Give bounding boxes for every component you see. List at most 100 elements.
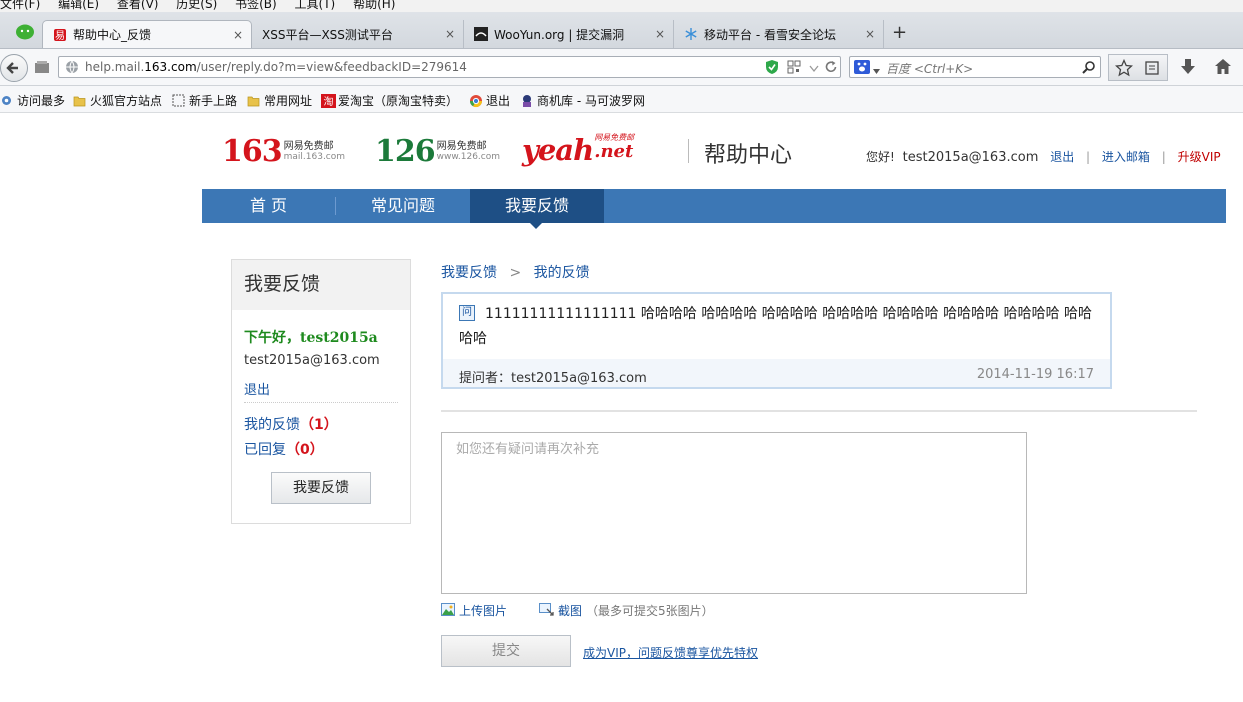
search-icon[interactable]: [1082, 60, 1096, 77]
tab-kanxue[interactable]: 移动平台 - 看雪安全论坛 ×: [674, 20, 884, 48]
back-arrow-icon: [6, 62, 18, 74]
replied-count: （0）: [286, 442, 324, 458]
bookmark-firefox-official[interactable]: 火狐官方站点: [73, 92, 162, 109]
nav-active-pointer: [530, 223, 542, 229]
globe-icon: [65, 60, 79, 77]
back-button[interactable]: [0, 54, 28, 82]
enter-mailbox-link[interactable]: 进入邮箱: [1102, 150, 1150, 164]
baidu-paw-icon[interactable]: [854, 60, 870, 77]
tab-xss-platform[interactable]: XSS平台—XSS测试平台 ×: [252, 20, 464, 48]
bookmark-shangjiku[interactable]: 商机库 - 马可波罗网: [520, 92, 645, 109]
asker-email: test2015a@163.com: [511, 371, 647, 386]
replied-link[interactable]: 已回复: [244, 442, 286, 458]
folder-icon: [73, 94, 86, 107]
logo-163[interactable]: 163 网易免费邮 mail.163.com: [222, 134, 345, 169]
content-divider: [441, 410, 1197, 412]
asker-info: 提问者：test2015a@163.com: [459, 367, 647, 386]
menu-bookmarks[interactable]: 书签(B): [235, 0, 277, 11]
user-info-bar: 您好! test2015a@163.com 退出 | 进入邮箱 | 升级VIP: [866, 148, 1221, 165]
sidebar-feedback-button[interactable]: 我要反馈: [271, 472, 371, 504]
logo-yeah[interactable]: yeah 网易免费邮 .net: [522, 133, 634, 167]
bookmark-most-visited[interactable]: 访问最多: [0, 92, 65, 109]
sidebar-my-feedback[interactable]: 我的反馈（1）: [244, 414, 338, 434]
wechat-icon[interactable]: [14, 22, 36, 42]
nav-faq[interactable]: 常见问题: [336, 189, 470, 223]
url-text: help.mail.163.com/user/reply.do?m=view&f…: [85, 60, 467, 74]
upload-image-link[interactable]: 上传图片: [459, 602, 507, 619]
star-icon[interactable]: [1114, 58, 1134, 80]
dropdown-arrow-icon[interactable]: [809, 62, 819, 76]
nav-home[interactable]: 首 页: [202, 189, 335, 223]
nav-feedback[interactable]: 我要反馈: [470, 189, 604, 223]
folder-icon: [247, 94, 260, 107]
taobao-icon: 淘: [321, 94, 336, 108]
menu-view[interactable]: 查看(V): [117, 0, 159, 11]
menu-help[interactable]: 帮助(H): [353, 0, 395, 11]
tab-label: 移动平台 - 看雪安全论坛: [704, 27, 836, 42]
my-feedback-count: （1）: [300, 417, 338, 433]
sidebar: 我要反馈 下午好，test2015a test2015a@163.com 退出 …: [231, 259, 411, 524]
new-tab-button[interactable]: +: [892, 22, 907, 43]
reply-textarea[interactable]: 如您还有疑问请再次补充: [441, 432, 1027, 594]
header-logout-link[interactable]: 退出: [1050, 150, 1074, 164]
close-icon[interactable]: ×: [445, 27, 455, 41]
close-icon[interactable]: ×: [865, 27, 875, 41]
upgrade-vip-link[interactable]: 升级VIP: [1178, 150, 1221, 164]
breadcrumb-feedback[interactable]: 我要反馈: [441, 265, 497, 281]
logo-163-number: 163: [222, 134, 283, 169]
sidebar-greeting: 下午好，test2015a: [244, 330, 378, 346]
sidebar-replied[interactable]: 已回复（0）: [244, 439, 324, 459]
tab-wooyun[interactable]: WooYun.org | 提交漏洞 ×: [464, 20, 674, 48]
bookmark-ai-taobao[interactable]: 淘爱淘宝（原淘宝特卖）: [321, 92, 458, 109]
image-icon: [441, 602, 455, 619]
shield-icon[interactable]: [765, 59, 779, 78]
bookmark-list-icon[interactable]: [1144, 60, 1160, 79]
logo-163-text: 网易免费邮 mail.163.com: [283, 141, 346, 162]
menu-history[interactable]: 历史(S): [176, 0, 217, 11]
svg-text:易: 易: [55, 30, 65, 42]
tab-label: XSS平台—XSS测试平台: [262, 27, 393, 42]
sidebar-divider: [244, 402, 398, 403]
home-icon[interactable]: [1214, 58, 1232, 78]
asker-label: 提问者：: [459, 371, 512, 386]
menu-edit[interactable]: 编辑(E): [58, 0, 99, 11]
svg-text:淘: 淘: [324, 95, 334, 108]
sidebar-logout-link[interactable]: 退出: [244, 379, 270, 398]
search-input[interactable]: 百度 <Ctrl+K>: [886, 60, 973, 77]
page-layout-icon[interactable]: [34, 60, 50, 74]
marco-polo-icon: [520, 94, 533, 107]
sidebar-title: 我要反馈: [244, 273, 321, 295]
screenshot-link[interactable]: 截图: [558, 602, 582, 619]
search-bar[interactable]: 百度 <Ctrl+K>: [849, 56, 1101, 78]
download-icon[interactable]: [1180, 58, 1196, 79]
bookmark-logout[interactable]: 退出: [469, 92, 510, 109]
wooyun-favicon-icon: [474, 27, 488, 41]
chrome-icon: [469, 94, 482, 108]
close-icon[interactable]: ×: [233, 28, 243, 42]
main-nav: 首 页 常见问题 我要反馈: [202, 189, 1226, 223]
logo-126[interactable]: 126 网易免费邮 www.126.com: [375, 134, 500, 169]
reply-placeholder: 如您还有疑问请再次补充: [456, 442, 600, 457]
search-engine-dropdown-icon[interactable]: [873, 63, 880, 77]
logo-yeah-text: yeah: [522, 133, 594, 167]
tab-help-center[interactable]: 易 帮助中心_反馈 ×: [42, 20, 252, 48]
breadcrumb-my-feedback[interactable]: 我的反馈: [534, 265, 590, 281]
vip-priority-link[interactable]: 成为VIP，问题反馈尊享优先特权: [583, 644, 758, 661]
menu-file[interactable]: 文件(F): [0, 0, 40, 11]
bookmark-getting-started[interactable]: 新手上路: [172, 92, 237, 109]
bookmark-button-group: [1108, 54, 1168, 81]
url-bar[interactable]: help.mail.163.com/user/reply.do?m=view&f…: [58, 56, 841, 78]
menu-tools[interactable]: 工具(T): [295, 0, 336, 11]
separator: |: [1086, 150, 1091, 164]
blank-page-icon: [172, 94, 185, 107]
qr-code-icon[interactable]: [787, 60, 801, 77]
logo-126-number: 126: [375, 134, 436, 169]
submit-button[interactable]: 提交: [441, 635, 571, 667]
breadcrumb: 我要反馈 > 我的反馈: [441, 262, 590, 282]
my-feedback-link[interactable]: 我的反馈: [244, 417, 300, 433]
close-icon[interactable]: ×: [655, 27, 665, 41]
tab-bar: 易 帮助中心_反馈 × XSS平台—XSS测试平台 × WooYun.org |…: [0, 12, 1243, 49]
bookmark-common-sites[interactable]: 常用网址: [247, 92, 312, 109]
reload-icon[interactable]: [824, 60, 838, 77]
screenshot-icon: [539, 602, 554, 619]
